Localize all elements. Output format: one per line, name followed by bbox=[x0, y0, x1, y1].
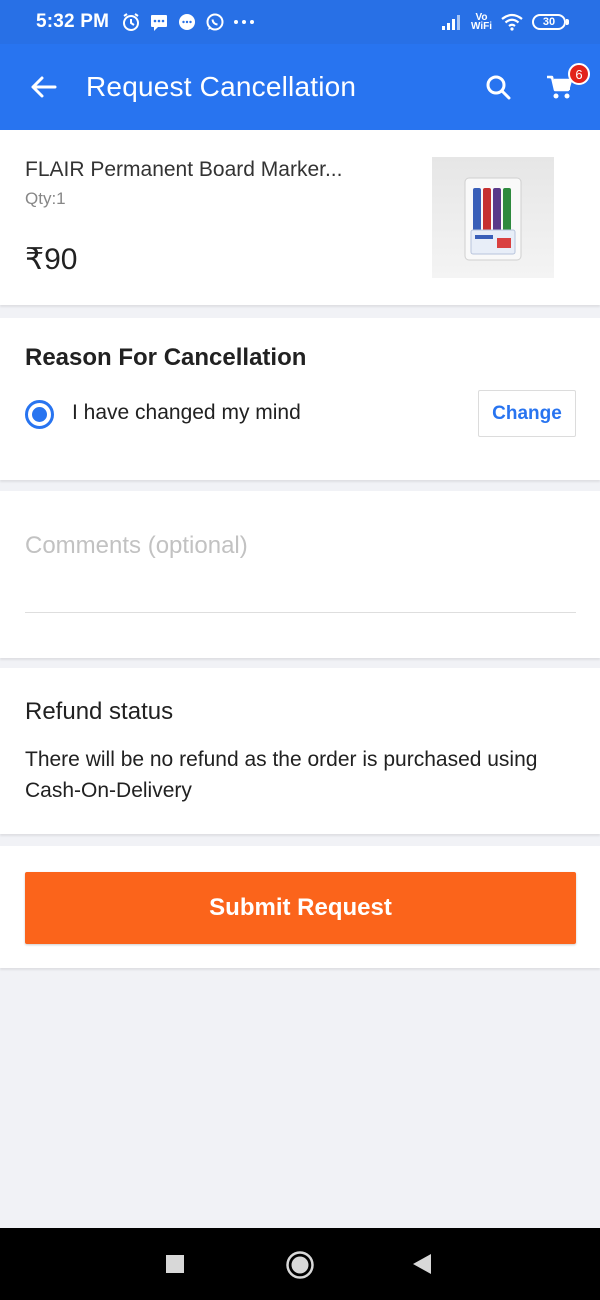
arrow-left-icon bbox=[31, 76, 57, 98]
submit-request-button[interactable]: Submit Request bbox=[25, 872, 576, 944]
chat-bubble-icon bbox=[177, 12, 197, 32]
search-button[interactable] bbox=[480, 69, 516, 105]
reason-section-title: Reason For Cancellation bbox=[25, 344, 307, 371]
message-icon bbox=[149, 12, 169, 32]
more-notifications-icon bbox=[233, 18, 255, 26]
product-price: ₹90 bbox=[25, 243, 78, 276]
notification-icons bbox=[121, 12, 255, 32]
cart-count-badge: 6 bbox=[568, 63, 590, 85]
selected-reason: I have changed my mind bbox=[72, 401, 301, 424]
reason-radio[interactable] bbox=[25, 400, 54, 429]
signal-icon bbox=[441, 14, 463, 30]
reason-card: Reason For Cancellation I have changed m… bbox=[0, 318, 600, 480]
cart-button[interactable]: 6 bbox=[542, 63, 590, 105]
change-reason-button[interactable]: Change bbox=[478, 390, 576, 437]
search-icon bbox=[486, 75, 511, 100]
product-card: FLAIR Permanent Board Marker... Qty:1 ₹9… bbox=[0, 130, 600, 305]
back-nav-button[interactable] bbox=[412, 1253, 432, 1275]
status-bar: 5:32 PM Vo WiFi 30 bbox=[0, 0, 600, 44]
whatsapp-icon bbox=[205, 12, 225, 32]
home-circle-icon bbox=[286, 1251, 314, 1279]
radio-selected-dot bbox=[32, 407, 47, 422]
comments-card bbox=[0, 491, 600, 658]
square-icon bbox=[166, 1255, 184, 1273]
product-name: FLAIR Permanent Board Marker... bbox=[25, 158, 343, 181]
home-button[interactable] bbox=[285, 1250, 315, 1280]
alarm-icon bbox=[121, 12, 141, 32]
triangle-back-icon bbox=[413, 1254, 431, 1274]
vowifi-label: Vo WiFi bbox=[470, 13, 492, 32]
refund-status-title: Refund status bbox=[25, 698, 174, 725]
page-title: Request Cancellation bbox=[86, 71, 357, 102]
wifi-icon bbox=[500, 13, 524, 31]
submit-card: Submit Request bbox=[0, 846, 600, 968]
battery-icon: 30 bbox=[532, 14, 569, 30]
recents-button[interactable] bbox=[165, 1254, 185, 1274]
comments-input[interactable] bbox=[25, 527, 576, 613]
battery-level: 30 bbox=[542, 16, 556, 28]
status-time: 5:32 PM bbox=[36, 11, 110, 32]
refund-card: Refund status There will be no refund as… bbox=[0, 668, 600, 834]
app-bar-actions: 6 bbox=[480, 63, 590, 105]
product-image bbox=[432, 157, 554, 278]
system-nav-bar bbox=[0, 1228, 600, 1300]
refund-status-text: There will be no refund as the order is … bbox=[25, 748, 538, 802]
back-button[interactable] bbox=[0, 44, 86, 130]
product-qty: Qty:1 bbox=[25, 189, 66, 208]
app-bar: Request Cancellation 6 bbox=[0, 44, 600, 130]
system-icons: Vo WiFi 30 bbox=[441, 13, 569, 32]
vowifi-bottom: WiFi bbox=[470, 21, 492, 32]
